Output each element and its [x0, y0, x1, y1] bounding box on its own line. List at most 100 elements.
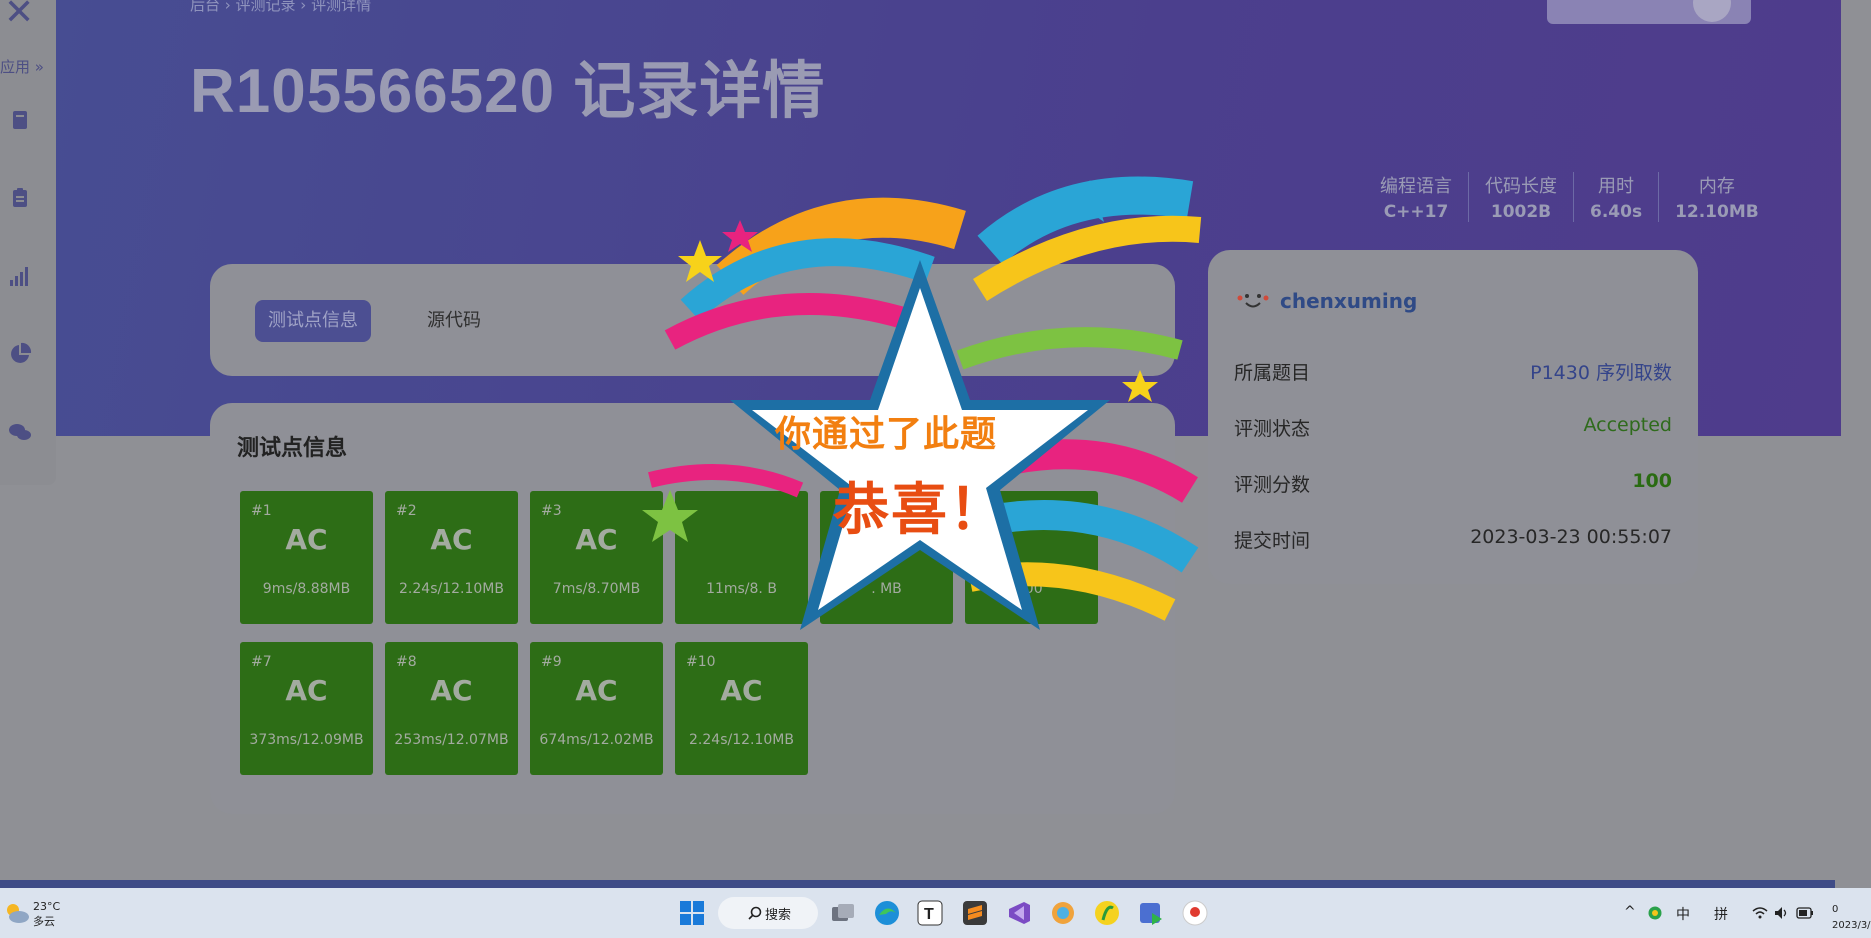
testcase-result: AC	[430, 523, 473, 556]
svg-text:T: T	[924, 906, 934, 923]
testcase-time: 2.24s/12.10MB	[399, 581, 504, 597]
footer-strip	[0, 880, 1835, 888]
avatar[interactable]	[1693, 0, 1731, 22]
testcase-result: AC	[720, 674, 763, 707]
testcases-title: 测试点信息	[237, 436, 348, 461]
testcase-time: 674ms/12.02MB	[539, 732, 654, 748]
stat-value: 12.10MB	[1675, 202, 1759, 222]
congrats-line1: 你通过了此题	[775, 414, 998, 455]
tray-app-icon[interactable]	[1648, 906, 1662, 920]
testcase-num: #2	[396, 503, 417, 519]
stat-time: 用时 6.40s	[1573, 172, 1658, 222]
weather-desc: 多云	[33, 915, 55, 928]
testcase-num: #7	[251, 654, 272, 670]
chat-icon[interactable]	[8, 420, 32, 444]
info-label: 评测分数	[1234, 474, 1311, 496]
clock-time: 0	[1832, 904, 1839, 915]
stat-language: 编程语言 C++17	[1364, 172, 1468, 222]
visual-studio-icon[interactable]	[1006, 900, 1032, 926]
apps-toggle[interactable]: 应用 »	[0, 56, 44, 77]
username-link[interactable]: chenxuming	[1280, 289, 1417, 313]
user-row: chenxuming	[1236, 286, 1417, 316]
info-row-submit-time: 提交时间 2023-03-23 00:55:07	[1234, 526, 1672, 553]
typora-icon[interactable]: T	[917, 900, 943, 926]
stat-label: 用时	[1598, 176, 1635, 197]
testcase-time: 9ms/8.88MB	[262, 581, 351, 597]
info-row-status: 评测状态 Accepted	[1234, 414, 1672, 441]
battery-icon[interactable]	[1796, 907, 1814, 919]
testcase-num: #10	[686, 654, 716, 670]
testcase-9[interactable]: #9 AC 674ms/12.02MB	[530, 642, 663, 775]
testcase-1[interactable]: #1 AC 9ms/8.88MB	[240, 491, 373, 624]
user-avatar-icon[interactable]	[1236, 290, 1270, 312]
book-icon[interactable]	[8, 108, 32, 132]
testcase-time: 373ms/12.09MB	[249, 732, 364, 748]
sidebar: ✕ 应用 »	[0, 0, 56, 485]
testcase-result: AC	[285, 674, 328, 707]
search-label: 搜索	[765, 908, 792, 923]
info-row-problem: 所属题目 P1430 序列取数	[1234, 358, 1672, 385]
clock[interactable]: 0 2023/3/	[1832, 902, 1871, 934]
signal-bars-icon[interactable]	[8, 264, 32, 288]
testcase-8[interactable]: #8 AC 253ms/12.07MB	[385, 642, 518, 775]
stat-label: 编程语言	[1380, 176, 1452, 197]
search-icon	[748, 906, 762, 920]
photos-icon[interactable]	[1050, 900, 1076, 926]
info-label: 所属题目	[1234, 362, 1311, 384]
testcase-num: #1	[251, 503, 272, 519]
testcase-7[interactable]: #7 AC 373ms/12.09MB	[240, 642, 373, 775]
wifi-icon[interactable]	[1752, 906, 1768, 920]
ime-mode[interactable]: 拼	[1714, 904, 1728, 924]
info-row-score: 评测分数 100	[1234, 470, 1672, 497]
status-value: Accepted	[1583, 414, 1672, 436]
windows-start-icon[interactable]	[679, 900, 705, 926]
app-icon-mascot[interactable]	[1182, 900, 1208, 926]
tray-overflow-icon[interactable]: ^	[1624, 904, 1636, 920]
testcase-10[interactable]: #10 AC 2.24s/12.10MB	[675, 642, 808, 775]
pie-chart-icon[interactable]	[8, 342, 32, 366]
tab-source-code[interactable]: 源代码	[414, 300, 494, 342]
stat-memory: 内存 12.10MB	[1658, 172, 1775, 222]
clipboard-icon[interactable]	[8, 186, 32, 210]
edge-browser-icon[interactable]	[874, 900, 900, 926]
tab-testcases[interactable]: 测试点信息	[255, 300, 371, 342]
task-view-icon[interactable]	[830, 900, 856, 926]
app-icon-yellow[interactable]	[1094, 900, 1120, 926]
ime-language[interactable]: 中	[1676, 904, 1690, 924]
volume-icon[interactable]	[1774, 906, 1788, 920]
congrats-line2: 恭喜！	[833, 478, 1007, 543]
sublime-text-icon[interactable]	[962, 900, 988, 926]
info-label: 评测状态	[1234, 418, 1311, 440]
problem-link[interactable]: P1430 序列取数	[1530, 358, 1672, 385]
testcase-num: #3	[541, 503, 562, 519]
stat-label: 内存	[1698, 176, 1735, 197]
testcase-num: #8	[396, 654, 417, 670]
clock-date: 2023/3/	[1832, 920, 1871, 931]
stat-code-length: 代码长度 1002B	[1468, 172, 1573, 222]
user-menu-button[interactable]	[1547, 0, 1751, 24]
submission-info-card: chenxuming 所属题目 P1430 序列取数 评测状态 Accepted 评…	[1208, 250, 1698, 584]
info-label: 提交时间	[1234, 530, 1311, 552]
testcase-result: AC	[430, 674, 473, 707]
stat-label: 代码长度	[1485, 176, 1557, 197]
testcase-time: 2.24s/12.10MB	[689, 732, 794, 748]
submission-stats: 编程语言 C++17 代码长度 1002B 用时 6.40s 内存 12.10MB	[1364, 172, 1775, 222]
stat-value: 6.40s	[1590, 202, 1643, 222]
close-icon[interactable]: ✕	[4, 0, 34, 33]
weather-temp: 23°C	[33, 900, 61, 913]
score-value: 100	[1632, 470, 1672, 492]
testcase-num: #9	[541, 654, 562, 670]
testcase-result: AC	[575, 674, 618, 707]
testcase-time: 253ms/12.07MB	[394, 732, 509, 748]
stat-value: C++17	[1383, 202, 1449, 222]
testcase-2[interactable]: #2 AC 2.24s/12.10MB	[385, 491, 518, 624]
cloud-sun-icon[interactable]	[4, 902, 30, 924]
breadcrumb[interactable]: 后台 › 评测记录 › 评测详情	[190, 0, 371, 15]
weather-widget[interactable]: 23°C 多云	[33, 899, 60, 929]
right-edge-panel	[1846, 0, 1871, 888]
media-player-icon[interactable]	[1138, 900, 1164, 926]
submit-time-value: 2023-03-23 00:55:07	[1470, 526, 1672, 548]
testcase-result: AC	[285, 523, 328, 556]
taskbar: 23°C 多云 搜索 T ^ 中 拼 0 2023/3/	[0, 888, 1871, 938]
page-title: R105566520 记录详情	[190, 57, 826, 126]
